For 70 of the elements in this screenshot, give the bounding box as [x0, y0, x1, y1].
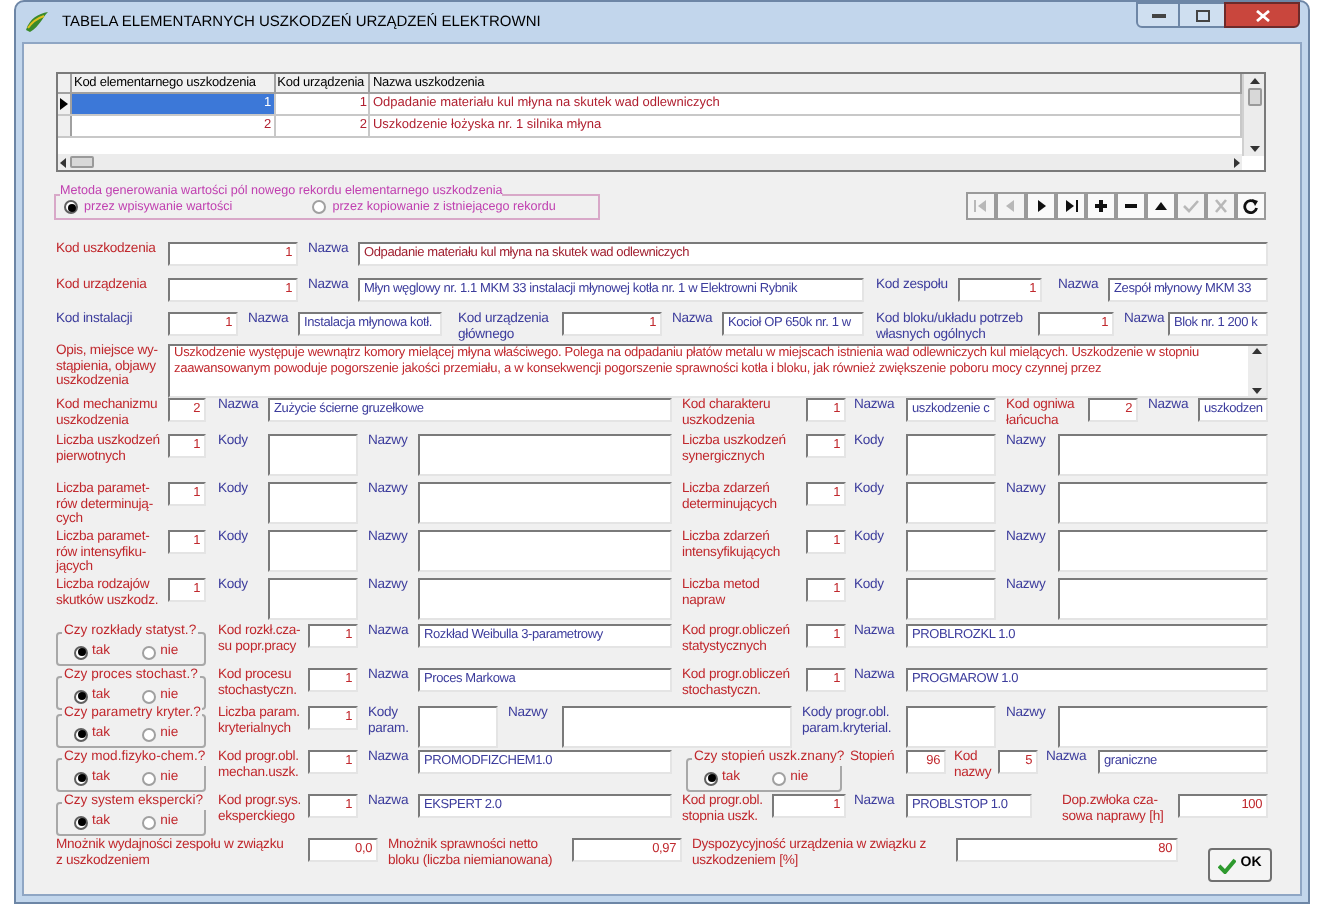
triangle-right-icon — [1032, 198, 1050, 214]
input-field[interactable] — [1058, 530, 1268, 572]
navigator-button[interactable] — [1236, 192, 1266, 220]
input-field[interactable] — [1058, 578, 1268, 620]
check-icon — [1182, 198, 1200, 214]
row-indicator[interactable] — [58, 94, 72, 114]
plus-icon — [1092, 198, 1110, 214]
skip-back-icon — [972, 198, 990, 214]
navigator-button[interactable] — [1146, 192, 1176, 220]
scroll-thumb[interactable] — [1247, 88, 1261, 106]
minus-icon — [1122, 198, 1140, 214]
input-field[interactable] — [906, 706, 996, 748]
check-icon — [1218, 857, 1237, 873]
input-field[interactable] — [268, 530, 358, 572]
radio-icon[interactable] — [142, 815, 157, 829]
input-field[interactable] — [418, 434, 672, 476]
horizontal-scrollbar[interactable] — [58, 154, 1242, 170]
up-arrow-icon — [1249, 78, 1259, 84]
close-icon — [1212, 198, 1230, 214]
input-field[interactable] — [418, 482, 672, 524]
input-field[interactable] — [418, 530, 672, 572]
refresh-icon — [1242, 198, 1260, 214]
down-arrow-icon — [1249, 146, 1259, 152]
close-icon — [1255, 9, 1269, 21]
input-field[interactable] — [268, 578, 358, 620]
radio-icon[interactable] — [142, 689, 157, 703]
radio-icon[interactable] — [74, 689, 88, 703]
radio-icon[interactable] — [142, 645, 157, 659]
radio-icon[interactable] — [312, 200, 327, 214]
radio-icon[interactable] — [74, 815, 88, 829]
input-field[interactable] — [1058, 482, 1268, 524]
navigator-button[interactable] — [1116, 192, 1146, 220]
app-icon — [24, 10, 50, 34]
left-arrow-icon — [60, 157, 66, 167]
radio-icon[interactable] — [704, 771, 718, 785]
radio-icon[interactable] — [142, 727, 157, 741]
input-field[interactable] — [906, 578, 996, 620]
input-field[interactable] — [906, 482, 996, 524]
maximize-icon — [1195, 9, 1209, 21]
input-field[interactable] — [268, 482, 358, 524]
input-field[interactable] — [268, 434, 358, 476]
scroll-thumb[interactable] — [70, 156, 94, 168]
input-field[interactable] — [906, 530, 996, 572]
radio-icon[interactable] — [142, 771, 157, 785]
navigator-button[interactable] — [1026, 192, 1056, 220]
scrollbar[interactable] — [1248, 346, 1266, 396]
radio-icon[interactable] — [772, 771, 787, 785]
input-field[interactable] — [418, 578, 672, 620]
right-arrow-icon — [1234, 157, 1240, 167]
navigator-button[interactable] — [1056, 192, 1086, 220]
vertical-scrollbar[interactable] — [1242, 74, 1264, 156]
radio-icon[interactable] — [74, 771, 88, 785]
navigator-button[interactable] — [1086, 192, 1116, 220]
radio-icon[interactable] — [74, 645, 88, 659]
close-button[interactable] — [1224, 2, 1300, 28]
input-field[interactable] — [1058, 434, 1268, 476]
skip-forward-icon — [1062, 198, 1080, 214]
minimize-icon — [1151, 13, 1165, 17]
input-field[interactable] — [418, 706, 498, 748]
input-field[interactable] — [1058, 706, 1268, 748]
triangle-left-icon — [1002, 198, 1020, 214]
down-arrow-icon — [1252, 388, 1262, 394]
input-field[interactable] — [906, 434, 996, 476]
radio-icon[interactable] — [64, 200, 78, 214]
triangle-up-icon — [1152, 198, 1170, 214]
radio-icon[interactable] — [74, 727, 88, 741]
maximize-button[interactable] — [1180, 2, 1224, 28]
input-field[interactable] — [562, 706, 792, 748]
up-arrow-icon — [1252, 348, 1262, 354]
minimize-button[interactable] — [1136, 2, 1180, 28]
